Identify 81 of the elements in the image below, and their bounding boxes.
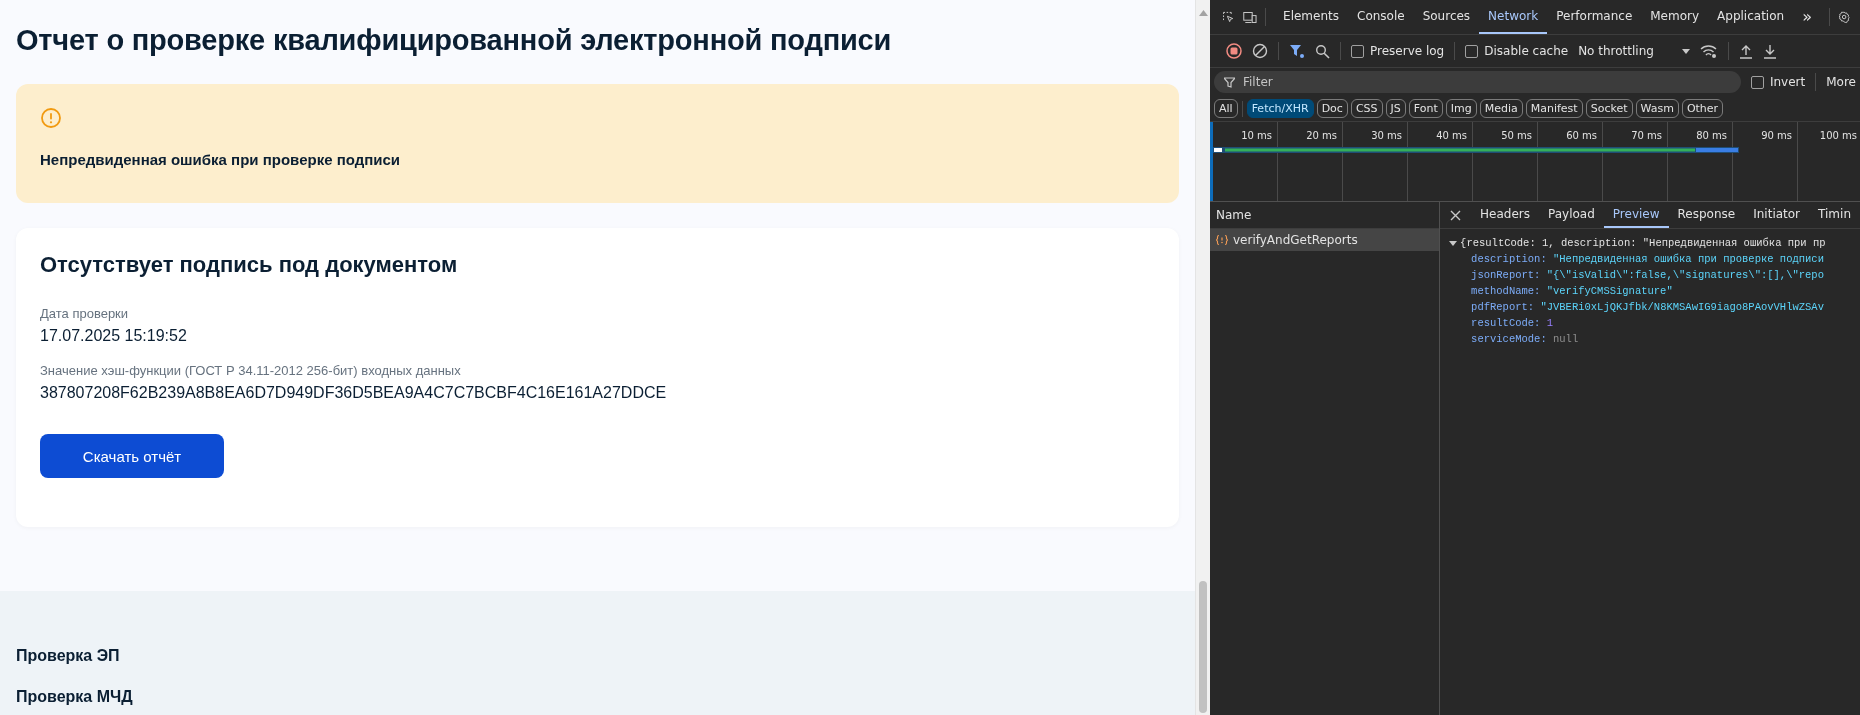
- upload-icon[interactable]: [1738, 43, 1753, 59]
- filter-field[interactable]: Filter: [1214, 71, 1741, 93]
- field-value: 387807208F62B239A8B8EA6D7D949DF36D5BEA9A4C7C7BCBF4C16E161A27DDCE: [40, 384, 668, 402]
- devtools-tab[interactable]: Console: [1348, 0, 1414, 34]
- column-header[interactable]: Name: [1216, 208, 1252, 222]
- close-icon[interactable]: [1450, 209, 1462, 221]
- json-summary: {resultCode: 1, description: "Непредвиденная ошибка при пр: [1460, 236, 1826, 251]
- scrollbar-thumb[interactable]: [1199, 581, 1207, 713]
- warning-icon: [40, 107, 62, 129]
- type-filter-chip[interactable]: All: [1214, 99, 1238, 118]
- timeline-tick-label: 60 ms: [1566, 130, 1597, 141]
- card-heading: Отсутствует подпись под документом: [40, 251, 459, 279]
- type-filter-chip[interactable]: Img: [1445, 99, 1477, 118]
- invert-checkbox[interactable]: [1750, 75, 1764, 89]
- timeline-tick-label: 90 ms: [1761, 130, 1792, 141]
- devtools-tab[interactable]: Application: [1708, 0, 1794, 34]
- filter-icon: [1224, 76, 1235, 88]
- fetch-icon: [1216, 234, 1228, 246]
- field-label: Дата проверки: [40, 306, 130, 321]
- timeline-tick-label: 30 ms: [1371, 130, 1402, 141]
- collapse-caret-icon[interactable]: [1449, 240, 1458, 246]
- json-property: serviceMode: null: [1470, 332, 1580, 347]
- throttling-dropdown[interactable]: No throttling: [1578, 44, 1690, 58]
- device-toolbar-icon[interactable]: [1243, 9, 1258, 25]
- footer-link[interactable]: Проверка ЭП: [16, 647, 120, 664]
- type-filter-chip[interactable]: CSS: [1350, 99, 1383, 118]
- timeline-tick-label: 80 ms: [1696, 130, 1727, 141]
- json-property: resultCode: 1: [1470, 316, 1554, 331]
- preserve-log-checkbox[interactable]: [1351, 44, 1364, 58]
- timeline-tick-label: 100 ms: [1819, 130, 1857, 141]
- footer-link[interactable]: Проверка МЧД: [16, 688, 133, 705]
- detail-tab[interactable]: Initiator: [1744, 202, 1810, 228]
- search-icon[interactable]: [1315, 43, 1330, 59]
- clear-icon[interactable]: [1252, 43, 1268, 59]
- record-icon[interactable]: [1226, 43, 1242, 59]
- type-filter-chip[interactable]: Wasm: [1635, 99, 1679, 118]
- detail-tab[interactable]: Response: [1668, 202, 1745, 228]
- alert-message: Непредвиденная ошибка при проверке подписи: [40, 151, 402, 168]
- disable-cache-checkbox[interactable]: [1465, 44, 1479, 58]
- type-filter-chip[interactable]: JS: [1385, 99, 1406, 118]
- field-value: 17.07.2025 15:19:52: [40, 327, 188, 345]
- type-filter-chip[interactable]: Other: [1681, 99, 1724, 118]
- request-row[interactable]: verifyAndGetReports: [1210, 229, 1440, 251]
- type-filter-chip[interactable]: Media: [1479, 99, 1523, 118]
- timeline-tick-label: 10 ms: [1241, 130, 1272, 141]
- json-property: description: "Непредвиденная ошибка при проверке подписи: [1470, 252, 1825, 267]
- json-property: methodName: "verifyCMSSignature": [1470, 284, 1674, 299]
- preserve-log-label: Preserve log: [1370, 44, 1445, 58]
- more-filters-button[interactable]: More: [1826, 75, 1856, 89]
- type-filter-chip[interactable]: Fetch/XHR: [1246, 99, 1314, 118]
- download-icon[interactable]: [1762, 43, 1777, 59]
- caret-icon: [1681, 48, 1690, 54]
- inspect-element-icon[interactable]: [1222, 9, 1235, 25]
- filter-icon[interactable]: [1289, 43, 1305, 59]
- json-property: pdfReport: "JVBERi0xLjQKJfbk/N8KMSAwIG9iago8PAovVHlwZSAv: [1470, 300, 1825, 315]
- type-filter-chip[interactable]: Socket: [1585, 99, 1633, 118]
- detail-tab[interactable]: Headers: [1471, 202, 1540, 228]
- type-filter-chip[interactable]: Doc: [1316, 99, 1348, 118]
- devtools-tab[interactable]: Performance: [1547, 0, 1642, 34]
- timeline-tick-label: 40 ms: [1436, 130, 1467, 141]
- timeline-tick-label: 50 ms: [1501, 130, 1532, 141]
- field-label: Значение хэш-функции (ГОСТ Р 34.11-2012 256-бит) входных данных: [40, 363, 462, 378]
- devtools-tab[interactable]: Memory: [1641, 0, 1709, 34]
- timeline-tick-label: 20 ms: [1306, 130, 1337, 141]
- timeline-tick-label: 70 ms: [1631, 130, 1662, 141]
- type-filter-chip[interactable]: Font: [1408, 99, 1443, 118]
- json-property: jsonReport: "{\"isValid\":false,\"signatures\":[],\"repo: [1470, 268, 1825, 283]
- page-title: Отчет о проверке квалифицированной электронной подписи: [16, 23, 893, 58]
- devtools-tab[interactable]: Elements: [1274, 0, 1348, 34]
- detail-tab[interactable]: Timin: [1809, 202, 1860, 228]
- detail-tab[interactable]: Preview: [1603, 202, 1669, 228]
- download-report-button[interactable]: Скачать отчёт: [40, 434, 224, 478]
- disable-cache-label: Disable cache: [1484, 44, 1569, 58]
- devtools-tab[interactable]: Sources: [1413, 0, 1480, 34]
- more-tabs-button[interactable]: »: [1793, 0, 1821, 34]
- invert-label: Invert: [1769, 75, 1806, 89]
- detail-tab[interactable]: Payload: [1539, 202, 1604, 228]
- devtools-tab[interactable]: Network: [1479, 0, 1548, 34]
- wifi-settings-icon[interactable]: [1699, 43, 1718, 59]
- type-filter-chip[interactable]: Manifest: [1525, 99, 1583, 118]
- settings-icon[interactable]: [1837, 9, 1850, 25]
